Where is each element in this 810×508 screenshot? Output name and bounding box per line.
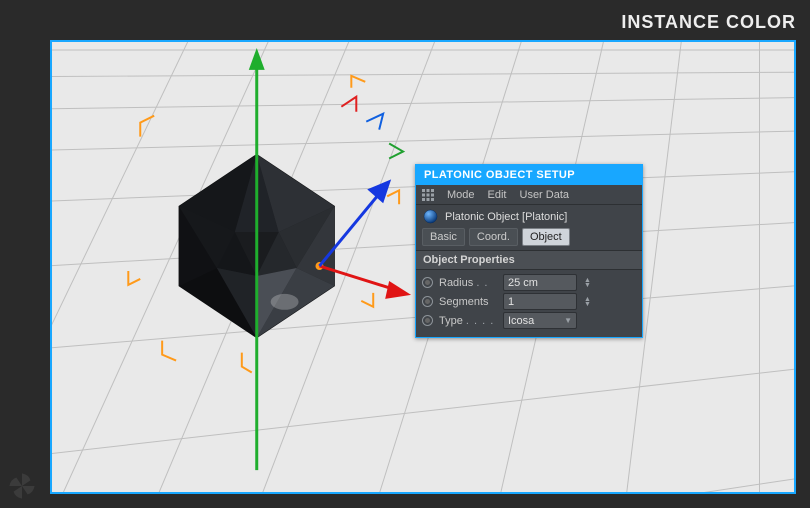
property-rows: Radius . . 25 cm ▲▼ Segments 1 ▲▼: [416, 270, 642, 337]
object-name-row: Platonic Object [Platonic]: [416, 205, 642, 228]
viewport[interactable]: PLATONIC OBJECT SETUP Mode Edit User Dat…: [50, 40, 796, 494]
menu-user-data[interactable]: User Data: [520, 189, 570, 201]
panel-title: PLATONIC OBJECT SETUP: [416, 165, 642, 185]
keyframe-dot-icon[interactable]: [422, 315, 433, 326]
panel-menubar: Mode Edit User Data: [416, 185, 642, 205]
layout-grid-icon[interactable]: [422, 189, 434, 201]
keyframe-dot-icon[interactable]: [422, 277, 433, 288]
object-name-label: Platonic Object [Platonic]: [445, 211, 567, 223]
row-type: Type . . . . Icosa ▼: [422, 311, 636, 330]
segments-label: Segments: [439, 296, 497, 308]
page-title: INSTANCE COLOR: [621, 12, 796, 33]
app-frame: INSTANCE COLOR octanerender™: [0, 0, 810, 508]
tab-coord[interactable]: Coord.: [469, 228, 518, 246]
section-title: Object Properties: [416, 250, 642, 270]
radius-input[interactable]: 25 cm: [503, 274, 577, 291]
type-select[interactable]: Icosa ▼: [503, 312, 577, 329]
properties-panel: PLATONIC OBJECT SETUP Mode Edit User Dat…: [415, 164, 643, 338]
chevron-down-icon: ▼: [564, 317, 572, 325]
menu-edit[interactable]: Edit: [488, 189, 507, 201]
panel-tabs: Basic Coord. Object: [416, 228, 642, 250]
tab-basic[interactable]: Basic: [422, 228, 465, 246]
row-segments: Segments 1 ▲▼: [422, 292, 636, 311]
menu-mode[interactable]: Mode: [447, 189, 475, 201]
keyframe-dot-icon[interactable]: [422, 296, 433, 307]
segments-stepper[interactable]: ▲▼: [583, 297, 592, 307]
platonic-icon: [423, 209, 438, 224]
brand-pinwheel-icon: [8, 472, 36, 500]
segments-input[interactable]: 1: [503, 293, 577, 310]
radius-label: Radius . .: [439, 277, 497, 289]
tab-object[interactable]: Object: [522, 228, 570, 246]
row-radius: Radius . . 25 cm ▲▼: [422, 273, 636, 292]
radius-stepper[interactable]: ▲▼: [583, 278, 592, 288]
type-label: Type . . . .: [439, 315, 497, 327]
